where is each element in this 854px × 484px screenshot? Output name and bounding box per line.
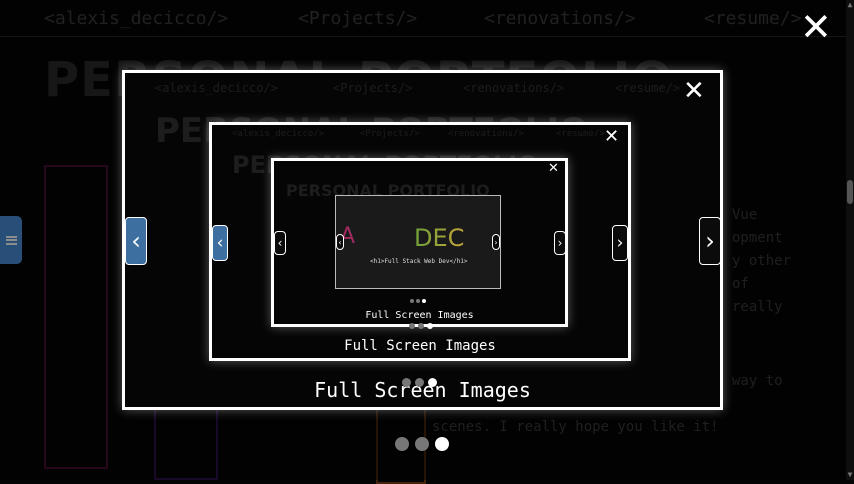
slide-caption: Full Screen Images [344,338,496,354]
prev-arrow-button[interactable]: ‹ [336,234,344,250]
frame-close-icon[interactable]: ✕ [548,162,559,175]
next-arrow-button[interactable]: › [699,217,720,265]
next-arrow-button[interactable]: › [492,234,500,250]
next-arrow-button[interactable]: › [554,231,565,255]
frame-close-icon[interactable]: ✕ [604,128,619,146]
slide-dot-2[interactable] [415,437,429,451]
next-arrow-button[interactable]: › [612,225,628,261]
slide-indicators [402,378,437,387]
slide-dot[interactable] [422,299,426,303]
slide-dot[interactable] [415,378,424,387]
prev-arrow-button[interactable]: ‹ [274,231,286,255]
lightbox-close-button[interactable]: ✕ [800,8,832,46]
slide-dot[interactable] [402,378,411,387]
prev-arrow-button[interactable]: ‹ [212,225,228,261]
slide-dot[interactable] [427,323,433,329]
slide-dot-3[interactable] [435,437,449,451]
slide-image: A DEC <h1>Full Stack Web Dev</h1> ‹ › [335,195,501,289]
lightbox-frame: <alexis_decicco/> <Projects/> <renovatio… [209,122,631,361]
slide-indicators [410,299,426,303]
slide-dot[interactable] [418,323,424,329]
frame-close-icon[interactable]: ✕ [683,78,705,104]
slide-dot[interactable] [409,323,415,329]
prev-arrow-button[interactable]: ‹ [125,217,147,265]
slide-dot-1[interactable] [395,437,409,451]
slide-dot[interactable] [410,299,414,303]
page-scrollbar[interactable]: ▲ ▼ [846,0,854,480]
scroll-down-icon[interactable]: ▼ [846,471,854,479]
slide-dot[interactable] [428,378,437,387]
slide-caption: Full Screen Images [365,310,474,321]
lightbox-frame: <alexis_decicco/> <Projects/> <renovatio… [122,70,723,410]
slide-indicators [409,323,433,329]
slide-indicators [395,437,449,451]
lightbox-frame: PERSONAL PORTFOLIO ✕ ‹ › A DEC <h1>Full … [271,158,568,327]
scroll-up-icon[interactable]: ▲ [846,1,854,9]
slide-dot[interactable] [416,299,420,303]
scrollbar-thumb[interactable] [847,180,853,204]
